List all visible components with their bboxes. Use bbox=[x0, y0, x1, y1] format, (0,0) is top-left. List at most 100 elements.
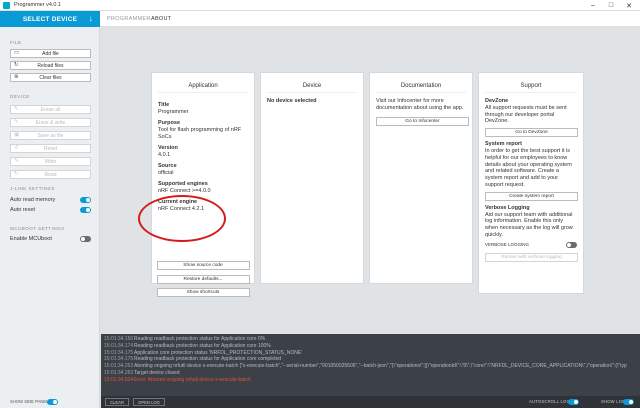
write-label: Write bbox=[44, 158, 57, 165]
devzone-key: DevZone bbox=[485, 98, 509, 104]
enable-mcuboot-label: Enable MCUboot bbox=[10, 236, 52, 242]
log-line: 15:01:34.263Target device closed bbox=[104, 370, 640, 377]
go-to-devzone-button[interactable]: Go to DevZone bbox=[485, 128, 578, 138]
log-message: Aborting ongoing nrfutil device x-execut… bbox=[134, 363, 627, 370]
log-line: 15:01:34.263Aborting ongoing nrfutil dev… bbox=[104, 363, 640, 370]
devzone-text: All support requests must be sent throug… bbox=[485, 104, 567, 125]
app-version-value: 4.0.1 bbox=[158, 152, 171, 158]
side-panel-footer: SHOW SIDE PANEL bbox=[0, 396, 100, 408]
window-titlebar: Programmer v4.0.1 – □ ✕ bbox=[0, 0, 640, 11]
documentation-text: Visit our Infocenter for more documentat… bbox=[376, 98, 464, 111]
log-toolbar: CLEAR LOG OPEN LOG FILE AUTOSCROLL LOG S… bbox=[101, 396, 640, 408]
log-timestamp: 15:01:34.263 bbox=[104, 369, 134, 376]
arrow-down-icon: ↓ bbox=[88, 14, 93, 23]
system-report-text: In order to get the best support it is h… bbox=[485, 147, 572, 188]
app-version-key: Version bbox=[158, 145, 178, 151]
auto-read-toggle[interactable] bbox=[80, 197, 91, 203]
log-line: 15:01:34.175Application core protection … bbox=[104, 350, 640, 357]
restart-verbose-button[interactable]: Restart with verbose logging bbox=[485, 252, 578, 262]
save-as-file-button[interactable]: ▣ Save as file bbox=[10, 131, 91, 140]
window-title: Programmer v4.0.1 bbox=[14, 2, 62, 8]
app-engines-key: Supported engines bbox=[158, 181, 208, 187]
about-content: Application Title Programmer Purpose Too… bbox=[101, 28, 640, 334]
reset-button[interactable]: ↺ Reset bbox=[10, 144, 91, 153]
jlink-heading: J-LINK SETTINGS bbox=[10, 186, 56, 191]
open-log-file-button[interactable]: OPEN LOG FILE bbox=[133, 398, 165, 408]
application-card-title: Application bbox=[158, 73, 248, 93]
auto-reset-label: Auto reset bbox=[10, 207, 36, 213]
restore-defaults-button[interactable]: Restore defaults... bbox=[156, 275, 250, 284]
enable-mcuboot-toggle[interactable] bbox=[80, 236, 91, 242]
clear-files-button[interactable]: ⊗ Clear files bbox=[10, 73, 91, 82]
verbose-logging-text: Aid our support team with additional log… bbox=[485, 211, 573, 238]
show-side-panel-label: SHOW SIDE PANEL bbox=[10, 399, 49, 404]
documentation-card-title: Documentation bbox=[376, 73, 466, 93]
show-side-panel-toggle[interactable] bbox=[47, 399, 58, 405]
device-card-title: Device bbox=[267, 73, 357, 93]
device-heading: DEVICE bbox=[10, 94, 30, 99]
device-card: Device No device selected bbox=[260, 72, 364, 284]
tab-about[interactable]: ABOUT bbox=[151, 16, 171, 22]
verbose-logging-toggle[interactable] bbox=[566, 241, 577, 248]
write-icon: ✎ bbox=[14, 158, 19, 164]
show-source-code-button[interactable]: Show source code bbox=[156, 261, 250, 270]
verbose-logging-label: VERBOSE LOGGING bbox=[485, 241, 530, 247]
support-card-title: Support bbox=[485, 73, 577, 93]
show-shortcuts-button[interactable]: Show shortcuts bbox=[156, 288, 250, 297]
show-log-toggle[interactable] bbox=[623, 399, 634, 405]
reload-files-label: Reload files bbox=[37, 62, 64, 69]
auto-read-label: Auto read memory bbox=[10, 197, 56, 203]
log-message: Target device closed bbox=[134, 369, 180, 376]
erase-write-label: Erase & write bbox=[35, 119, 66, 126]
system-report-key: System report bbox=[485, 141, 522, 148]
refresh-icon: ↻ bbox=[14, 62, 19, 68]
clear-icon: ⊗ bbox=[14, 74, 19, 80]
side-panel: FILE ▭ Add file ↻ Reload files ⊗ Clear f… bbox=[0, 27, 100, 408]
log-line: 15:01:34.150Reading readback protection … bbox=[104, 336, 640, 343]
app-engines-value: nRF Connect >=4.0.0 bbox=[158, 188, 211, 194]
show-log-label: SHOW LOG bbox=[601, 399, 626, 404]
select-device-label: SELECT DEVICE bbox=[22, 15, 78, 23]
log-message: Reading readback protection status for A… bbox=[134, 342, 271, 349]
log-timestamp: 15:01:34.263 bbox=[104, 363, 134, 370]
erase-write-button[interactable]: ✎ Erase & write bbox=[10, 118, 91, 127]
no-device-text: No device selected bbox=[267, 98, 317, 104]
reset-label: Reset bbox=[43, 145, 58, 152]
log-timestamp: 15:01:34.175 bbox=[104, 356, 134, 363]
auto-reset-toggle[interactable] bbox=[80, 207, 91, 213]
autoscroll-label: AUTOSCROLL LOG bbox=[529, 399, 570, 404]
log-panel[interactable]: 15:01:34.150Reading readback protection … bbox=[101, 334, 640, 396]
minimize-button[interactable]: – bbox=[584, 0, 602, 11]
create-system-report-button[interactable]: Create system report bbox=[485, 191, 578, 201]
application-card: Application Title Programmer Purpose Too… bbox=[151, 72, 255, 284]
clear-log-button[interactable]: CLEAR LOG bbox=[105, 398, 129, 408]
app-title-key: Title bbox=[158, 102, 170, 108]
maximize-button[interactable]: □ bbox=[602, 0, 620, 11]
app-source-value: official bbox=[158, 170, 174, 176]
support-card: Support DevZone All support requests mus… bbox=[478, 72, 584, 294]
log-timestamp: 15:01:34.175 bbox=[104, 349, 134, 356]
read-label: Read bbox=[44, 171, 57, 178]
save-as-file-label: Save as file bbox=[37, 132, 64, 139]
mcuboot-heading: MCUBOOT SETTINGS bbox=[10, 226, 65, 231]
add-file-button[interactable]: ▭ Add file bbox=[10, 49, 91, 58]
tab-programmer[interactable]: PROGRAMMER bbox=[107, 16, 151, 22]
app-icon bbox=[3, 1, 10, 9]
log-timestamp: 15:01:34.150 bbox=[104, 336, 134, 342]
app-purpose-value: Tool for flash programming of nRF SoCs bbox=[158, 127, 242, 140]
log-line: 15:01:34.504Error: Aborted ongoing nrfut… bbox=[104, 377, 640, 384]
log-message: Reading readback protection status for A… bbox=[134, 336, 266, 342]
erase-all-button[interactable]: ✎ Erase all bbox=[10, 105, 91, 114]
go-to-infocenter-button[interactable]: Go to Infocenter bbox=[376, 117, 469, 126]
autoscroll-toggle[interactable] bbox=[568, 399, 579, 405]
write-button[interactable]: ✎ Write bbox=[10, 157, 91, 166]
reload-files-button[interactable]: ↻ Reload files bbox=[10, 61, 91, 70]
log-line: 15:01:34.175Reading readback protection … bbox=[104, 356, 640, 363]
select-device-button[interactable]: SELECT DEVICE ↓ bbox=[0, 11, 100, 27]
refresh-icon: ↻ bbox=[14, 171, 19, 177]
auto-read-row: Auto read memory bbox=[10, 197, 91, 205]
close-button[interactable]: ✕ bbox=[620, 0, 638, 11]
auto-reset-row: Auto reset bbox=[10, 207, 91, 215]
read-button[interactable]: ↻ Read bbox=[10, 170, 91, 179]
shortcuts-wrapper: Show shortcuts bbox=[151, 285, 255, 300]
